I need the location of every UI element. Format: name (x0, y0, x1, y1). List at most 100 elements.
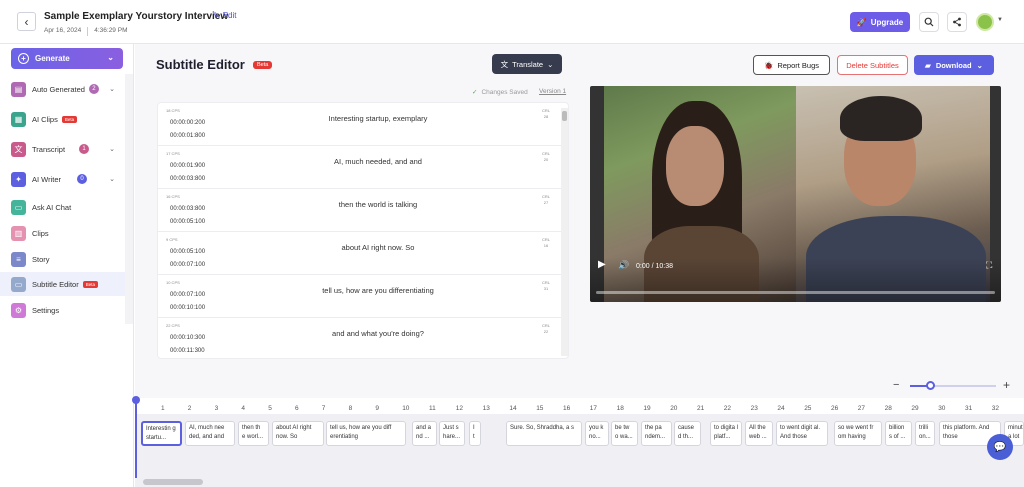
sidebar-item-ai-clips[interactable]: ▦ AI Clips Beta (0, 107, 125, 131)
timeline-clip[interactable]: Sure. So, Shraddha, a s (506, 421, 582, 446)
bug-icon: 🐞 (763, 60, 774, 70)
playhead-handle[interactable] (132, 396, 140, 404)
check-icon: ✓ (472, 89, 478, 96)
timeline-tick-label: 10 (402, 405, 410, 412)
crl-value: 22 (543, 329, 549, 335)
start-time[interactable]: 00:00:05:100 (170, 249, 205, 255)
timeline-clip[interactable]: trilli on... (915, 421, 935, 446)
sidebar-item-label: Ask AI Chat (32, 202, 72, 212)
playhead[interactable] (135, 398, 137, 478)
start-time[interactable]: 00:00:03:800 (170, 206, 205, 212)
edit-title-link[interactable]: ✎ Edit (213, 11, 237, 20)
timeline-tick-label: 16 (563, 405, 571, 412)
upgrade-label: Upgrade (870, 17, 904, 27)
timeline-tick-label: 26 (831, 405, 839, 412)
sidebar-item-auto-generated[interactable]: ▤ Auto Generated 2 ⌄ (0, 77, 125, 101)
timeline-clip[interactable]: then th e worl... (238, 421, 269, 446)
sidebar-item-label: Auto Generated (32, 84, 85, 94)
timeline-clip[interactable]: to went digit al. And those (776, 421, 828, 446)
scroll-thumb[interactable] (562, 111, 567, 121)
timeline-clip[interactable]: be tw o wa... (611, 421, 638, 446)
start-time[interactable]: 00:00:00:200 (170, 120, 205, 126)
timeline-clip[interactable]: Just s hare... (439, 421, 465, 446)
fullscreen-icon[interactable]: ⛶ (986, 260, 992, 271)
timeline-clip[interactable]: about AI right now. So (272, 421, 324, 446)
subtitle-text[interactable]: then the world is talking (278, 200, 478, 209)
subtitle-row[interactable]: 18 CPS 00:00:00:200 00:00:01:800 Interes… (158, 103, 562, 146)
timeline-clip[interactable]: I t (469, 421, 481, 446)
subtitle-row[interactable]: 22 CPS 00:00:10:300 00:00:11:300 and and… (158, 318, 562, 358)
subtitle-row[interactable]: 10 CPS 00:00:07:100 00:00:10:100 tell us… (158, 275, 562, 318)
download-label: Download (935, 60, 972, 70)
subtitle-row[interactable]: 9 CPS 00:00:05:100 00:00:07:100 about AI… (158, 232, 562, 275)
subtitle-list-scrollbar[interactable] (561, 108, 568, 356)
user-avatar[interactable] (976, 13, 994, 31)
sidebar-item-settings[interactable]: ⚙ Settings (0, 298, 125, 322)
search-button[interactable] (919, 12, 939, 32)
subtitle-text[interactable]: tell us, how are you differentiating (278, 286, 478, 295)
timeline-clip[interactable]: the pa ndem... (641, 421, 672, 446)
timeline-tick-label: 22 (723, 405, 732, 412)
volume-icon[interactable]: 🔊 (618, 260, 629, 271)
subtitle-list: 18 CPS 00:00:00:200 00:00:01:800 Interes… (157, 102, 569, 359)
sidebar-item-subtitle-editor[interactable]: ▭ Subtitle Editor Beta (0, 272, 125, 296)
sidebar-item-ai-writer[interactable]: ✦ AI Writer 0 ⌄ (0, 167, 125, 191)
video-player[interactable]: ▶ 🔊 0:00 / 10:38 ⛶ (590, 86, 1001, 302)
start-time[interactable]: 00:00:10:300 (170, 335, 205, 341)
timeline-clip[interactable]: cause d th... (674, 421, 701, 446)
delete-subtitles-button[interactable]: Delete Subtitles (837, 55, 908, 75)
clips-icon: ▥ (11, 225, 26, 241)
zoom-slider-handle[interactable] (926, 381, 935, 390)
project-meta: Apr 16, 2024 4:36:29 PM (44, 27, 127, 36)
translate-button[interactable]: 文 Translate ⌄ (492, 54, 562, 74)
play-icon[interactable]: ▶ (598, 259, 606, 270)
end-time[interactable]: 00:00:01:800 (170, 133, 205, 139)
end-time[interactable]: 00:00:05:100 (170, 219, 205, 225)
end-time[interactable]: 00:00:10:100 (170, 305, 205, 311)
subtitle-row[interactable]: 17 CPS 00:00:01:900 00:00:03:800 AI, muc… (158, 146, 562, 189)
sidebar-item-story[interactable]: ≡ Story (0, 247, 125, 271)
timeline-tick-label: 1 (161, 405, 165, 412)
back-button[interactable]: ‹ (17, 12, 36, 31)
sidebar-item-transcript[interactable]: 文 Transcript 1 ⌄ (0, 137, 125, 161)
end-time[interactable]: 00:00:03:800 (170, 176, 205, 182)
sidebar-item-clips[interactable]: ▥ Clips (0, 221, 125, 245)
end-time[interactable]: 00:00:11:300 (170, 348, 205, 354)
start-time[interactable]: 00:00:07:100 (170, 292, 205, 298)
video-time: 0:00 / 10:38 (636, 263, 673, 270)
download-button[interactable]: ▰ Download ⌄ (914, 55, 994, 75)
timeline-scrollbar[interactable] (143, 479, 203, 485)
support-chat-button[interactable]: 💬 (987, 434, 1013, 460)
video-progress-bar[interactable] (596, 291, 995, 294)
timeline-clip[interactable]: All the web ... (745, 421, 773, 446)
timeline-clip[interactable]: billion s of ... (885, 421, 912, 446)
version-link[interactable]: Version 1 (539, 88, 566, 95)
save-status: ✓ Changes Saved (472, 88, 528, 97)
share-button[interactable] (947, 12, 967, 32)
subtitle-text[interactable]: and and what you're doing? (278, 329, 478, 338)
generate-button[interactable]: + Generate ⌄ (11, 48, 123, 69)
end-time[interactable]: 00:00:07:100 (170, 262, 205, 268)
report-bugs-button[interactable]: 🐞 Report Bugs (753, 55, 830, 75)
subtitle-text[interactable]: Interesting startup, exemplary (278, 114, 478, 123)
chevron-down-icon[interactable]: ▼ (997, 17, 1003, 23)
timeline-clip[interactable]: Interestin g startu... (141, 421, 182, 446)
subtitle-text[interactable]: AI, much needed, and and (278, 157, 478, 166)
sidebar-item-ask-ai-chat[interactable]: ▭ Ask AI Chat (0, 195, 125, 219)
subtitle-row[interactable]: 16 CPS 00:00:03:800 00:00:05:100 then th… (158, 189, 562, 232)
subtitle-text[interactable]: about AI right now. So (278, 243, 478, 252)
timeline-tick-label: 6 (295, 405, 299, 412)
upgrade-button[interactable]: 🚀 Upgrade (850, 12, 910, 32)
timeline-clip[interactable]: and a nd ... (412, 421, 437, 446)
timeline-clip[interactable]: AI, much nee ded, and and (185, 421, 235, 446)
timeline-clip[interactable]: so we went fr om having (834, 421, 882, 446)
timeline-clip[interactable]: to digita l platf... (710, 421, 742, 446)
zoom-in-icon[interactable]: + (1003, 378, 1010, 392)
start-time[interactable]: 00:00:01:900 (170, 163, 205, 169)
timeline-clip[interactable]: tell us, how are you diff erentiating (326, 421, 406, 446)
timeline-clip[interactable]: you k no... (585, 421, 609, 446)
timeline-tick-label: 2 (187, 405, 192, 412)
zoom-out-icon[interactable]: − (893, 379, 899, 391)
sidebar-scrollbar[interactable] (125, 74, 133, 324)
timeline-tick-label: 32 (991, 405, 1000, 412)
